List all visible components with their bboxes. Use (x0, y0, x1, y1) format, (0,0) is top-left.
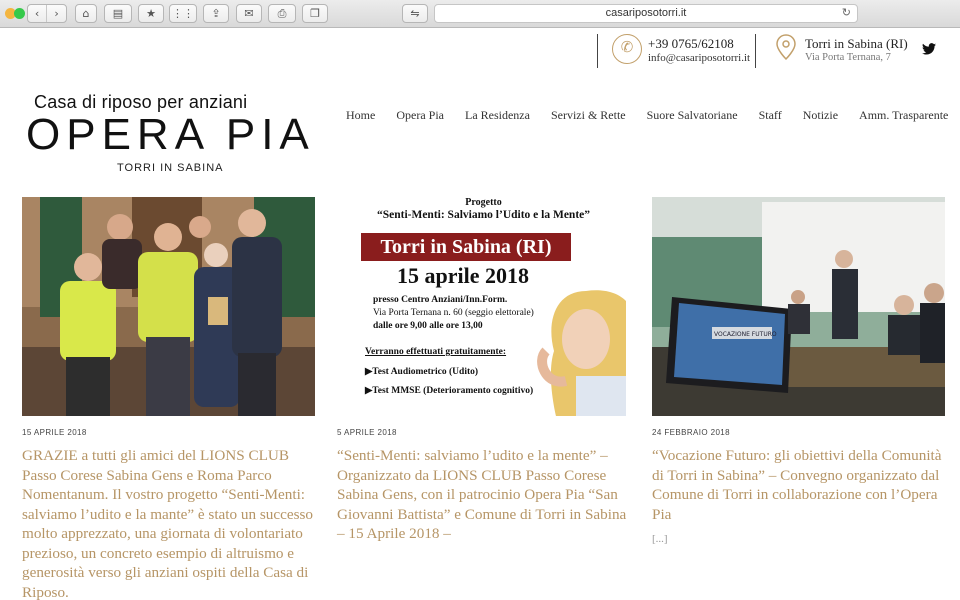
town-name: Torri in Sabina (RI) (805, 36, 908, 51)
reload-icon[interactable]: ↻ (842, 5, 851, 22)
read-more-link[interactable]: [...] (652, 530, 944, 550)
email-link[interactable]: info@casariposotorri.it (648, 52, 750, 64)
phone-number[interactable]: +39 0765/62108 (648, 36, 734, 52)
logo-title: OPERA PIA (26, 110, 315, 159)
nav-servizi-rette[interactable]: Servizi & Rette (551, 108, 626, 123)
home-icon[interactable]: ⌂ (75, 4, 97, 23)
post-image-poster[interactable]: Progetto “Senti-Menti: Salviamo l’Udito … (337, 197, 630, 416)
print-icon[interactable]: ⎙ (268, 4, 296, 23)
top-sites-icon[interactable]: ⋮⋮ (169, 4, 197, 23)
logo-subtitle: TORRI IN SABINA (117, 162, 224, 174)
post-excerpt[interactable]: GRAZIE a tutti gli amici del LIONS CLUB … (22, 446, 314, 600)
bookmarks-icon[interactable]: ★ (138, 4, 164, 23)
post-excerpt[interactable]: “Senti-Menti: salviamo l’udito e la ment… (337, 446, 629, 544)
address-bar[interactable]: casariposotorri.it ↻ (434, 4, 858, 23)
group-photo (22, 197, 315, 416)
poster-date: 15 aprile 2018 (397, 263, 529, 288)
post-excerpt[interactable]: “Vocazione Futuro: gli obiettivi della C… (652, 447, 942, 523)
divider (597, 34, 598, 68)
post-image-lions-group[interactable] (22, 197, 315, 416)
divider (755, 34, 756, 68)
street-address: Via Porta Ternana, 7 (805, 52, 891, 63)
post-date: 5 APRILE 2018 (337, 428, 397, 437)
nav-suore-salvatoriane[interactable]: Suore Salvatoriane (647, 108, 738, 123)
forward-icon[interactable]: › (47, 5, 66, 22)
post-excerpt-block: “Vocazione Futuro: gli obiettivi della C… (652, 446, 944, 550)
back-icon[interactable]: ‹ (28, 5, 48, 22)
nav-notizie[interactable]: Notizie (803, 108, 838, 123)
reader-icon[interactable]: ⇋ (402, 4, 428, 23)
poster-band: Torri in Sabina (RI) (361, 233, 571, 261)
sidebar-icon[interactable]: ▤ (104, 4, 132, 23)
post-image-conference[interactable]: VOCAZIONE FUTURO (652, 197, 945, 416)
mail-icon[interactable]: ✉ (236, 4, 262, 23)
main-navigation: Home Opera Pia La Residenza Servizi & Re… (346, 108, 948, 123)
poster-line-4: Verranno effettuati gratuitamente: (365, 347, 507, 357)
url-text: casariposotorri.it (605, 7, 687, 19)
poster-line-6: ▶Test MMSE (Deterioramento cognitivo) (365, 386, 534, 396)
post-date: 24 FEBBRAIO 2018 (652, 428, 730, 437)
browser-toolbar: ‹ › ⌂ ▤ ★ ⋮⋮ ⇪ ✉ ⎙ ❐ ⇋ casariposotorri.it… (0, 0, 960, 28)
conference-photo: VOCAZIONE FUTURO (652, 197, 945, 416)
share-icon[interactable]: ⇪ (203, 4, 229, 23)
nav-amm-trasparente[interactable]: Amm. Trasparente (859, 108, 948, 123)
poster-line-2: Via Porta Ternana n. 60 (seggio elettora… (373, 308, 534, 318)
map-pin-icon (771, 33, 801, 63)
tabs-icon[interactable]: ❐ (302, 4, 328, 23)
woman-listening-image (537, 290, 626, 416)
poster-line-3: dalle ore 9,00 alle ore 13,00 (373, 321, 483, 331)
nav-staff[interactable]: Staff (759, 108, 782, 123)
phone-icon: ✆ (612, 34, 642, 64)
poster-title: “Senti-Menti: Salviamo l’Udito e la Ment… (376, 209, 591, 221)
vocazione-screen-text: VOCAZIONE FUTURO (714, 331, 777, 338)
twitter-icon[interactable] (922, 43, 936, 55)
post-date: 15 APRILE 2018 (22, 428, 87, 437)
nav-opera-pia[interactable]: Opera Pia (396, 108, 444, 123)
back-forward-buttons[interactable]: ‹ › (27, 4, 67, 23)
nav-home[interactable]: Home (346, 108, 375, 123)
poster-line-5: ▶Test Audiometrico (Udito) (365, 367, 479, 377)
nav-la-residenza[interactable]: La Residenza (465, 108, 530, 123)
poster-progetto: Progetto (465, 197, 502, 208)
window-zoom-button[interactable] (14, 8, 25, 19)
poster-line-1: presso Centro Anziani/Inn.Form. (373, 295, 508, 305)
